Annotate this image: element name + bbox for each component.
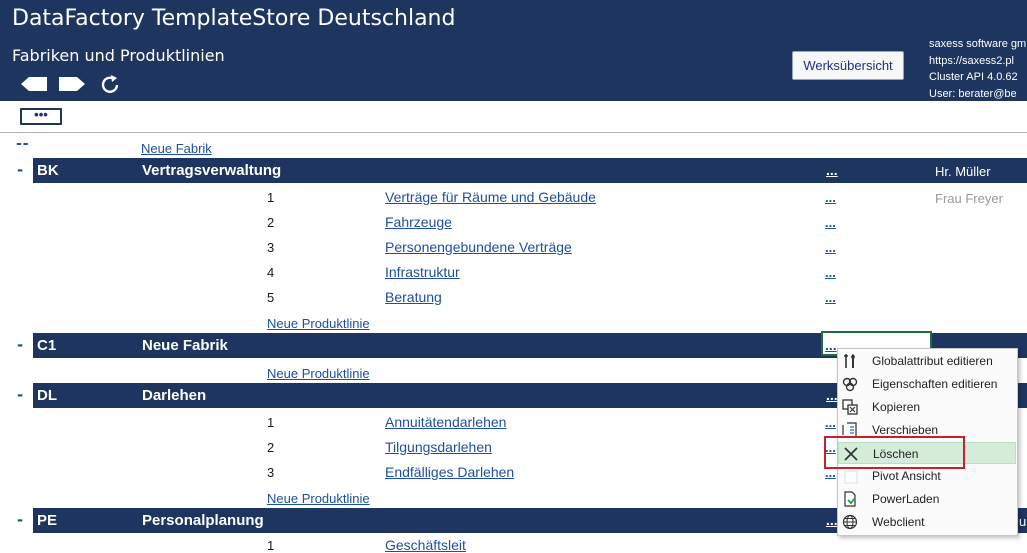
menu-item-label: Verschieben [872, 423, 939, 437]
menu-item-label: Kopieren [872, 400, 921, 414]
row-number: 1 [267, 538, 275, 553]
group-menu-button[interactable]: ... [826, 512, 838, 528]
group-collapse-toggle[interactable]: - [17, 511, 23, 529]
row-menu-button[interactable]: ... [825, 215, 836, 230]
row-owner: Frau Freyer [935, 191, 1003, 206]
row-number: 4 [267, 265, 275, 280]
product-line-link[interactable]: Geschäftsleit [385, 537, 466, 553]
group-collapse-toggle[interactable]: - [17, 386, 23, 404]
row-menu-button[interactable]: ... [825, 265, 836, 280]
collapse-all-toggle[interactable]: -- [16, 136, 30, 152]
copy-icon [842, 399, 858, 415]
group-name: Vertragsverwaltung [142, 162, 282, 179]
powerload-icon [844, 491, 856, 507]
row-number: 5 [267, 290, 275, 305]
menu-item-global-attribute[interactable]: Globalattribut editieren [838, 350, 1016, 372]
pivot-icon [844, 470, 858, 484]
properties-icon [842, 377, 858, 392]
new-product-line-link[interactable]: Neue Produktlinie [267, 316, 370, 331]
new-product-line-link[interactable]: Neue Produktlinie [267, 366, 370, 381]
works-overview-button[interactable]: Werksübersicht [792, 51, 904, 80]
group-name: Darlehen [142, 387, 207, 404]
company-name: saxess software gm [929, 38, 1027, 50]
row-number: 3 [267, 465, 275, 480]
toolbar-divider [0, 132, 1027, 133]
row-menu-button[interactable]: ... [825, 190, 836, 205]
forward-arrow-icon[interactable] [58, 74, 86, 94]
menu-item-label: Webclient [872, 515, 925, 529]
row-menu-button[interactable]: ... [825, 290, 836, 305]
group-owner: Hr. Müller [935, 164, 991, 179]
row-menu-button[interactable]: ... [825, 240, 836, 255]
tools-icon [844, 354, 855, 368]
menu-item-power-load[interactable]: PowerLaden [838, 488, 1016, 510]
refresh-icon[interactable] [99, 74, 121, 94]
row-number: 1 [267, 190, 275, 205]
group-menu-button[interactable]: ... [826, 162, 838, 178]
highlight-annotation-box [824, 436, 965, 469]
menu-item-label: Pivot Ansicht [872, 469, 941, 483]
back-arrow-icon[interactable] [20, 74, 48, 94]
company-info: saxess software gm https://saxess2.pl Cl… [929, 36, 1027, 102]
group-code: BK [37, 162, 59, 179]
group-menu-button[interactable]: ... [826, 387, 838, 403]
group-collapse-toggle[interactable]: - [17, 161, 23, 179]
globe-icon [842, 514, 858, 530]
group-menu-button[interactable]: ... [825, 337, 837, 353]
new-product-line-link[interactable]: Neue Produktlinie [267, 491, 370, 506]
group-name: Neue Fabrik [142, 337, 228, 354]
product-line-link[interactable]: Beratung [385, 289, 442, 305]
menu-item-label: Globalattribut editieren [872, 354, 993, 368]
menu-item-label: Eigenschaften editieren [872, 377, 998, 391]
product-line-link[interactable]: Endfälliges Darlehen [385, 464, 514, 480]
current-user: User: berater@be [929, 87, 1017, 100]
menu-item-label: PowerLaden [872, 492, 940, 506]
group-name: Personalplanung [142, 512, 264, 529]
menu-item-edit-properties[interactable]: Eigenschaften editieren [838, 373, 1016, 395]
product-line-link[interactable]: Tilgungsdarlehen [385, 439, 492, 455]
row-number: 2 [267, 215, 275, 230]
product-line-link[interactable]: Infrastruktur [385, 264, 460, 280]
menu-item-webclient[interactable]: Webclient [838, 511, 1016, 533]
row-menu-button[interactable]: ... [825, 415, 836, 430]
app-title: DataFactory TemplateStore Deutschland [12, 6, 456, 31]
product-line-link[interactable]: Annuitätendarlehen [385, 414, 506, 430]
more-actions-button[interactable]: ••• [20, 108, 62, 125]
cluster-version: Cluster API 4.0.62 [929, 71, 1018, 83]
group-owner: u [1019, 514, 1027, 529]
row-number: 3 [267, 240, 275, 255]
menu-item-copy[interactable]: Kopieren [838, 396, 1016, 418]
product-line-link[interactable]: Fahrzeuge [385, 214, 452, 230]
product-line-link[interactable]: Personengebundene Verträge [385, 239, 572, 255]
product-line-link[interactable]: Verträge für Räume und Gebäude [385, 189, 596, 205]
page-subtitle: Fabriken und Produktlinien [12, 46, 225, 65]
group-code: PE [37, 512, 58, 529]
row-number: 1 [267, 415, 275, 430]
row-number: 2 [267, 440, 275, 455]
group-code: DL [37, 387, 57, 404]
group-code: C1 [37, 337, 57, 354]
new-factory-link[interactable]: Neue Fabrik [141, 141, 212, 156]
company-url: https://saxess2.pl [929, 54, 1014, 67]
group-collapse-toggle[interactable]: - [17, 336, 23, 354]
